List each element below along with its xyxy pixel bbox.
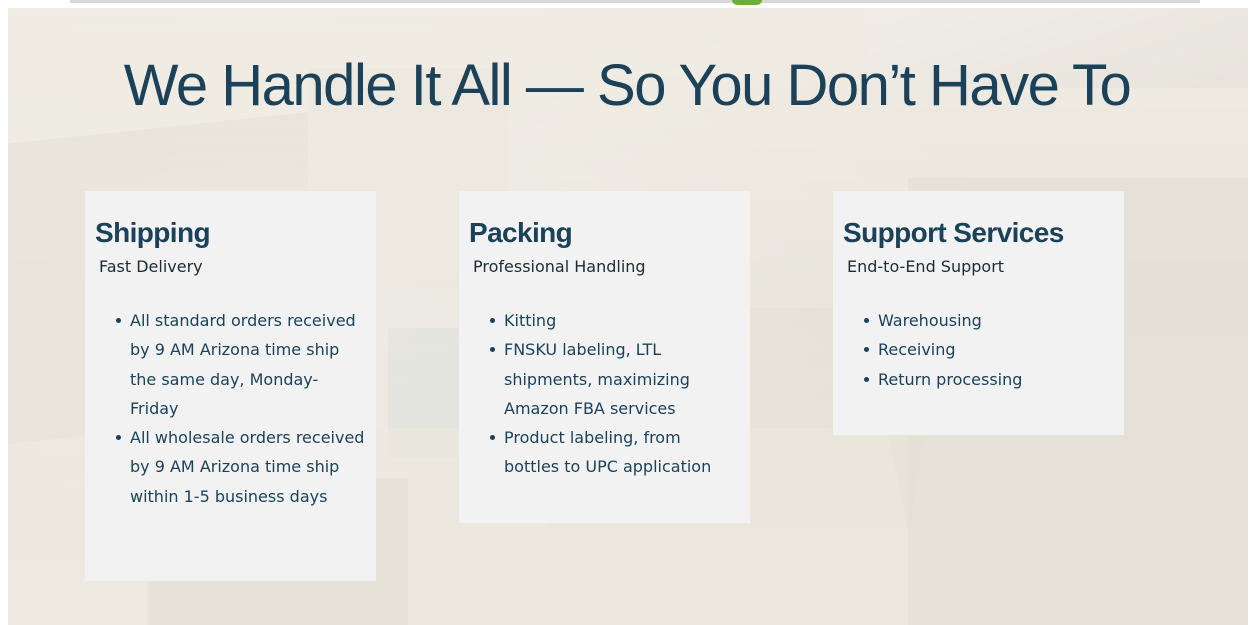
bullet-icon xyxy=(864,318,869,323)
list-item: FNSKU labeling, LTL shipments, maximizin… xyxy=(490,335,740,423)
list-item: Return processing xyxy=(864,365,1114,394)
list-item-text: Kitting xyxy=(504,311,557,330)
list-item: Kitting xyxy=(490,306,740,335)
bullet-icon xyxy=(116,435,121,441)
top-accent-shape xyxy=(732,0,762,5)
list-item-text: FNSKU labeling, LTL shipments, maximizin… xyxy=(504,340,690,418)
card-title: Support Services xyxy=(843,217,1064,248)
list-item-text: Warehousing xyxy=(878,311,982,330)
service-card-support: Support Services End-to-End Support Ware… xyxy=(833,191,1124,435)
list-item-text: Receiving xyxy=(878,340,956,360)
list-item-text: Product labeling, from bottles to UPC ap… xyxy=(504,428,712,477)
list-item: Product labeling, from bottles to UPC ap… xyxy=(490,423,740,482)
list-item: All standard orders received by 9 AM Ari… xyxy=(116,306,366,423)
list-item-text: Return processing xyxy=(878,369,1023,389)
card-subtitle: Professional Handling xyxy=(473,257,646,276)
service-card-shipping: Shipping Fast Delivery All standard orde… xyxy=(85,191,376,581)
list-item: Warehousing xyxy=(864,306,1114,335)
card-subtitle: Fast Delivery xyxy=(99,257,203,276)
bullet-icon xyxy=(864,347,869,353)
card-subtitle: End-to-End Support xyxy=(847,257,1005,276)
page-headline: We Handle It All — So You Don’t Have To xyxy=(123,53,1132,118)
card-list: All standard orders received by 9 AM Ari… xyxy=(116,306,366,511)
bullet-icon xyxy=(490,347,495,353)
list-item-text: All standard orders received by 9 AM Ari… xyxy=(130,311,356,418)
bullet-icon xyxy=(490,435,495,441)
top-divider xyxy=(70,0,1200,3)
card-title: Shipping xyxy=(95,217,211,248)
bullet-icon xyxy=(490,318,495,323)
page: We Handle It All — So You Don’t Have To … xyxy=(0,0,1254,625)
card-list: Kitting FNSKU labeling, LTL shipments, m… xyxy=(490,306,740,482)
bullet-icon xyxy=(116,318,121,323)
list-item: Receiving xyxy=(864,335,1114,364)
list-item: All wholesale orders received by 9 AM Ar… xyxy=(116,423,366,511)
service-card-packing: Packing Professional Handling Kitting FN… xyxy=(459,191,750,523)
bullet-icon xyxy=(864,376,869,382)
list-item-text: All wholesale orders received by 9 AM Ar… xyxy=(130,428,365,506)
card-list: Warehousing Receiving Return processing xyxy=(864,306,1114,394)
card-title: Packing xyxy=(469,217,573,248)
